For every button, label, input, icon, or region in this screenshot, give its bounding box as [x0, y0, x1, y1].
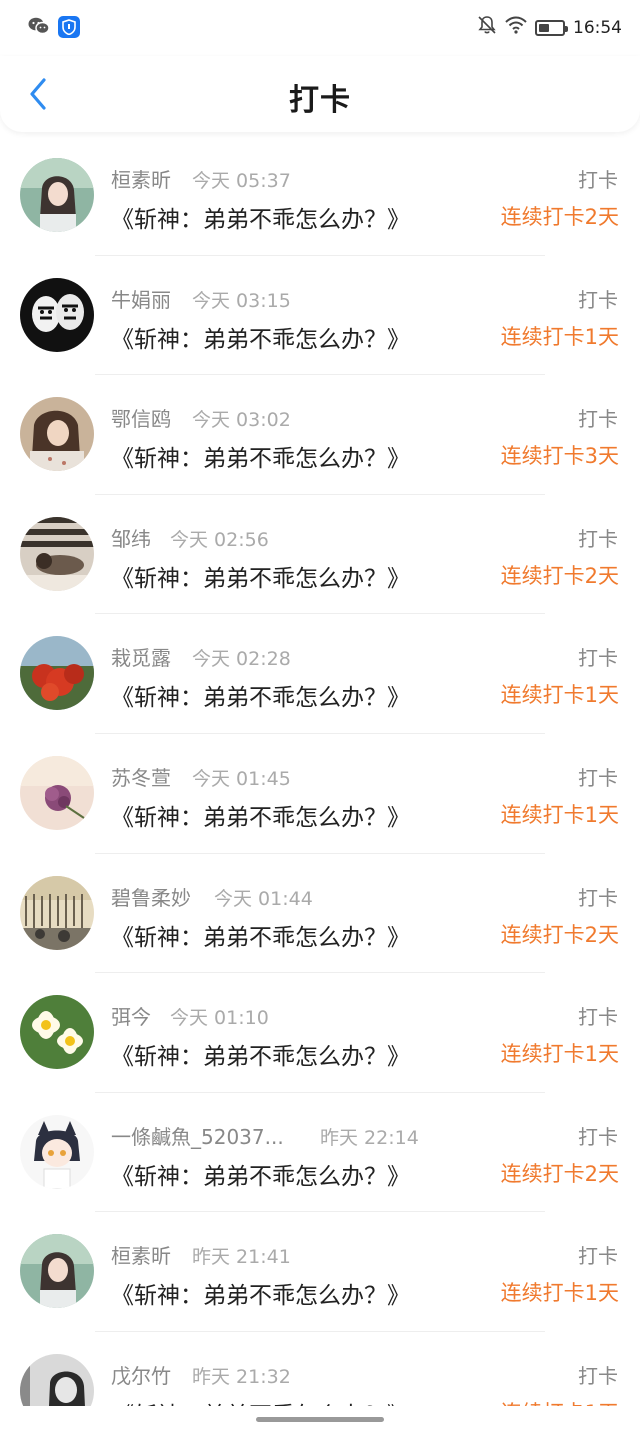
status-bar: 16:54 [0, 0, 640, 56]
list-item[interactable]: 桓素昕 今天 05:37 《斩神：弟弟不乖怎么办？》 打卡 连续打卡2天 [0, 136, 640, 256]
list-item[interactable]: 戊尔竹 昨天 21:32 《斩神：弟弟不乖怎么办？》 打卡 连续打卡1天 [0, 1332, 640, 1406]
list-item[interactable]: 苏冬萱 今天 01:45 《斩神：弟弟不乖怎么办？》 打卡 连续打卡1天 [0, 734, 640, 854]
streak-label: 连续打卡1天 [500, 802, 619, 827]
book-title: 《斩神：弟弟不乖怎么办？》 [111, 1396, 410, 1406]
checkin-tag: 打卡 [578, 646, 618, 671]
list-item[interactable]: 牛娟丽 今天 03:15 《斩神：弟弟不乖怎么办？》 打卡 连续打卡1天 [0, 256, 640, 376]
streak-label: 连续打卡1天 [500, 1281, 619, 1306]
avatar[interactable] [20, 516, 94, 591]
book-title: 《斩神：弟弟不乖怎么办？》 [111, 1044, 410, 1071]
book-title: 《斩神：弟弟不乖怎么办？》 [111, 565, 410, 592]
avatar[interactable] [20, 277, 94, 352]
avatar[interactable] [20, 995, 94, 1070]
battery-icon [535, 19, 568, 36]
list-item[interactable]: 碧鲁柔妙 今天 01:44 《斩神：弟弟不乖怎么办？》 打卡 连续打卡2天 [0, 854, 640, 974]
streak-label: 连续打卡2天 [500, 205, 619, 229]
user-name: 鄂信鸥 [111, 407, 171, 432]
user-name: 一條鹹魚_52037... [111, 1124, 284, 1149]
avatar[interactable] [20, 1353, 94, 1406]
page-title: 打卡 [289, 83, 351, 118]
avatar[interactable] [20, 755, 94, 830]
book-title: 《斩神：弟弟不乖怎么办？》 [111, 207, 410, 233]
streak-label: 连续打卡2天 [500, 922, 619, 947]
checkin-time: 昨天 22:14 [320, 1126, 419, 1149]
checkin-time: 昨天 21:32 [192, 1365, 291, 1388]
avatar[interactable] [20, 397, 94, 472]
checkin-time: 今天 05:37 [192, 170, 291, 192]
user-name: 邹纬 [111, 526, 151, 551]
list-item[interactable]: 一條鹹魚_52037... 昨天 22:14 《斩神：弟弟不乖怎么办？》 打卡 … [0, 1093, 640, 1213]
security-app-icon [58, 16, 80, 38]
book-title: 《斩神：弟弟不乖怎么办？》 [111, 1163, 410, 1190]
battery-level [539, 23, 549, 32]
checkin-time: 今天 02:28 [192, 648, 291, 671]
streak-label: 连续打卡2天 [500, 1161, 619, 1186]
checkin-time: 今天 03:15 [192, 289, 291, 312]
user-name: 碧鲁柔妙 [111, 885, 191, 910]
avatar[interactable] [20, 636, 94, 711]
checkin-tag: 打卡 [578, 1124, 618, 1149]
user-name: 戊尔竹 [111, 1363, 171, 1388]
checkin-time: 今天 01:44 [214, 887, 313, 910]
checkin-time: 今天 02:56 [170, 528, 269, 551]
list-item[interactable]: 邹纬 今天 02:56 《斩神：弟弟不乖怎么办？》 打卡 连续打卡2天 [0, 495, 640, 615]
checkin-time: 昨天 21:41 [192, 1246, 291, 1269]
checkin-time: 今天 03:02 [192, 409, 291, 432]
user-name: 桓素昕 [111, 168, 171, 192]
streak-label: 连续打卡3天 [500, 444, 619, 469]
checkin-tag: 打卡 [578, 885, 618, 910]
streak-label: 连续打卡1天 [500, 324, 619, 349]
avatar[interactable] [20, 1234, 94, 1309]
streak-label: 连续打卡1天 [500, 1042, 619, 1067]
checkin-tag: 打卡 [578, 526, 618, 551]
checkin-tag: 打卡 [578, 1363, 618, 1388]
clock: 16:54 [573, 17, 622, 38]
mute-bell-icon [477, 15, 497, 40]
book-title: 《斩神：弟弟不乖怎么办？》 [111, 685, 410, 712]
checkin-tag: 打卡 [578, 1244, 618, 1269]
wechat-icon [28, 16, 50, 38]
list-item[interactable]: 桓素昕 昨天 21:41 《斩神：弟弟不乖怎么办？》 打卡 连续打卡1天 [0, 1212, 640, 1332]
checkin-list: 桓素昕 今天 05:37 《斩神：弟弟不乖怎么办？》 打卡 连续打卡2天 牛娟丽… [0, 136, 640, 1406]
checkin-tag: 打卡 [578, 287, 618, 312]
list-item[interactable]: 弭今 今天 01:10 《斩神：弟弟不乖怎么办？》 打卡 连续打卡1天 [0, 973, 640, 1093]
user-name: 栽觅露 [111, 646, 171, 671]
avatar[interactable] [20, 158, 94, 232]
wifi-icon [505, 16, 527, 39]
list-item[interactable]: 栽觅露 今天 02:28 《斩神：弟弟不乖怎么办？》 打卡 连续打卡1天 [0, 614, 640, 734]
streak-label: 连续打卡1天 [501, 1397, 619, 1406]
checkin-tag: 打卡 [578, 407, 618, 432]
streak-label: 连续打卡2天 [500, 563, 619, 588]
avatar[interactable] [20, 875, 94, 950]
nav-header: 打卡 [0, 56, 640, 132]
checkin-time: 今天 01:45 [192, 767, 291, 790]
checkin-tag: 打卡 [578, 168, 618, 192]
checkin-time: 今天 01:10 [170, 1007, 269, 1030]
list-item[interactable]: 鄂信鸥 今天 03:02 《斩神：弟弟不乖怎么办？》 打卡 连续打卡3天 [0, 375, 640, 495]
book-title: 《斩神：弟弟不乖怎么办？》 [111, 924, 410, 951]
streak-label: 连续打卡1天 [500, 683, 619, 708]
book-title: 《斩神：弟弟不乖怎么办？》 [111, 1283, 410, 1310]
checkin-tag: 打卡 [578, 765, 618, 790]
user-name: 桓素昕 [111, 1244, 171, 1269]
user-name: 苏冬萱 [111, 765, 171, 790]
user-name: 牛娟丽 [111, 287, 171, 312]
checkin-tag: 打卡 [578, 1005, 618, 1030]
user-name: 弭今 [111, 1005, 151, 1030]
avatar[interactable] [20, 1114, 94, 1189]
book-title: 《斩神：弟弟不乖怎么办？》 [111, 326, 410, 353]
book-title: 《斩神：弟弟不乖怎么办？》 [111, 804, 410, 831]
book-title: 《斩神：弟弟不乖怎么办？》 [111, 446, 410, 473]
home-indicator[interactable] [256, 1417, 384, 1422]
